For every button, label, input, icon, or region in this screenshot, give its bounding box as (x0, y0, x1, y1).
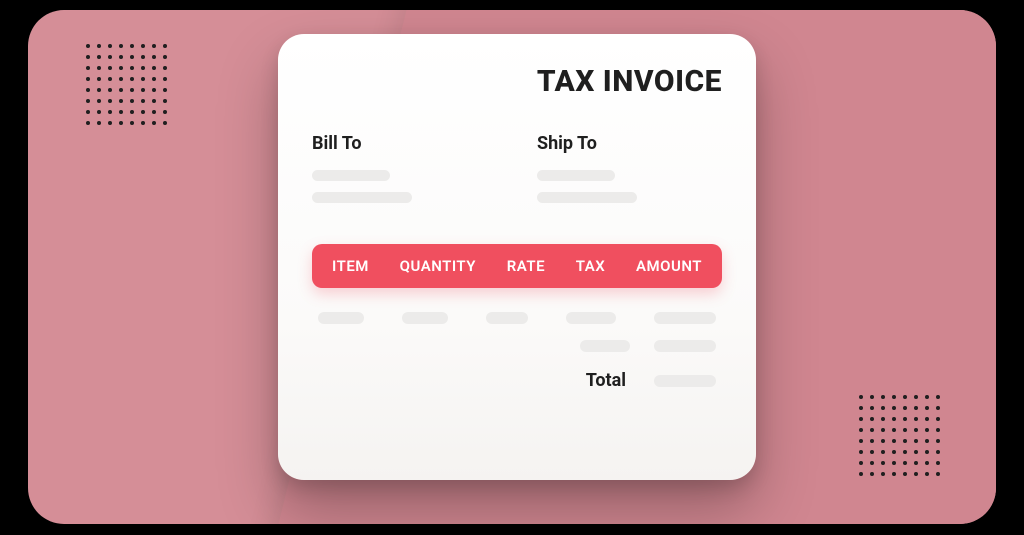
col-amount: AMOUNT (636, 257, 702, 275)
bill-to-placeholder-line (312, 192, 412, 203)
bill-to-placeholder-line (312, 170, 390, 181)
subtotal-label-placeholder (580, 340, 630, 352)
total-value-placeholder (654, 375, 716, 387)
dots-decoration-bottom-right (859, 395, 940, 476)
col-quantity: QUANTITY (400, 257, 476, 275)
total-row: Total (312, 370, 722, 391)
bill-to-column: Bill To (312, 133, 497, 214)
ship-to-label: Ship To (537, 133, 722, 154)
invoice-card: TAX INVOICE Bill To Ship To ITEM QUANTIT… (278, 34, 756, 480)
total-label: Total (586, 370, 626, 391)
invoice-title: TAX INVOICE (312, 64, 722, 99)
subtotal-row (312, 340, 722, 352)
address-row: Bill To Ship To (312, 133, 722, 214)
ship-to-placeholder-line (537, 192, 637, 203)
line-item-row (312, 312, 722, 324)
col-rate: RATE (507, 257, 545, 275)
subtotal-value-placeholder (654, 340, 716, 352)
col-tax: TAX (576, 257, 606, 275)
cell-tax-placeholder (566, 312, 616, 324)
col-item: ITEM (332, 257, 369, 275)
items-header-bar: ITEM QUANTITY RATE TAX AMOUNT (312, 244, 722, 288)
cell-item-placeholder (318, 312, 364, 324)
cell-rate-placeholder (486, 312, 528, 324)
cell-quantity-placeholder (402, 312, 448, 324)
dots-decoration-top-left (86, 44, 167, 125)
ship-to-placeholder-line (537, 170, 615, 181)
ship-to-column: Ship To (537, 133, 722, 214)
background-frame: TAX INVOICE Bill To Ship To ITEM QUANTIT… (28, 10, 996, 524)
cell-amount-placeholder (654, 312, 716, 324)
bill-to-label: Bill To (312, 133, 497, 154)
